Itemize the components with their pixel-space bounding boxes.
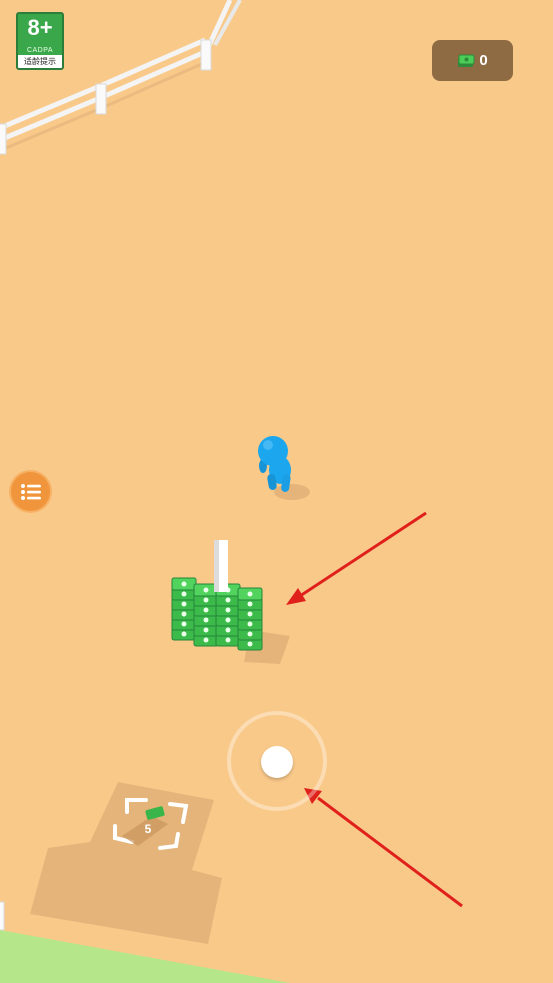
list-menu-icon [20, 483, 41, 500]
cash-bill-emblem [225, 617, 231, 623]
plot-cost-label: 5 [144, 822, 152, 836]
cash-bill-emblem [181, 631, 187, 637]
cash-bill-emblem [247, 641, 253, 647]
age-rating-label: 8+ [27, 15, 53, 40]
cash-bill-emblem [181, 591, 187, 597]
cash-bill-emblem [247, 591, 253, 597]
cash-bill-emblem [203, 617, 209, 623]
joystick-knob[interactable] [261, 746, 293, 778]
cash-bill-emblem [203, 587, 209, 593]
cash-bill-emblem [181, 581, 187, 587]
cash-bill-emblem [181, 621, 187, 627]
cash-bill-emblem [247, 631, 253, 637]
cash-bill-emblem [203, 637, 209, 643]
currency-amount: 0 [479, 52, 488, 69]
age-rating-org: CADPA [26, 47, 54, 54]
cash-bill-emblem [247, 621, 253, 627]
pickup-marker [214, 540, 228, 592]
cash-bill-emblem [203, 627, 209, 633]
cash-icon [458, 54, 475, 67]
cash-bill-emblem [181, 601, 187, 607]
cash-bill-emblem [203, 607, 209, 613]
grass-area [0, 930, 290, 983]
cash-bill-emblem [181, 611, 187, 617]
game-scene [0, 0, 463, 983]
tutorial-arrow-to-joystick [304, 788, 463, 908]
age-rating-badge: 8+ CADPA 适龄提示 [16, 12, 64, 70]
cash-bill-emblem [247, 601, 253, 607]
virtual-joystick[interactable] [227, 711, 327, 811]
build-plot[interactable] [30, 782, 222, 944]
player-character [258, 436, 310, 500]
cash-bill-emblem [225, 627, 231, 633]
cash-bill-emblem [225, 637, 231, 643]
menu-button[interactable] [11, 472, 50, 511]
cash-bill-emblem [203, 597, 209, 603]
age-rating-tip: 适龄提示 [18, 55, 62, 68]
cash-bill-emblem [225, 607, 231, 613]
cash-bill-emblem [225, 597, 231, 603]
currency-display: 0 [432, 40, 513, 81]
tutorial-arrow-to-cash [286, 511, 427, 605]
cash-bill-emblem [247, 611, 253, 617]
